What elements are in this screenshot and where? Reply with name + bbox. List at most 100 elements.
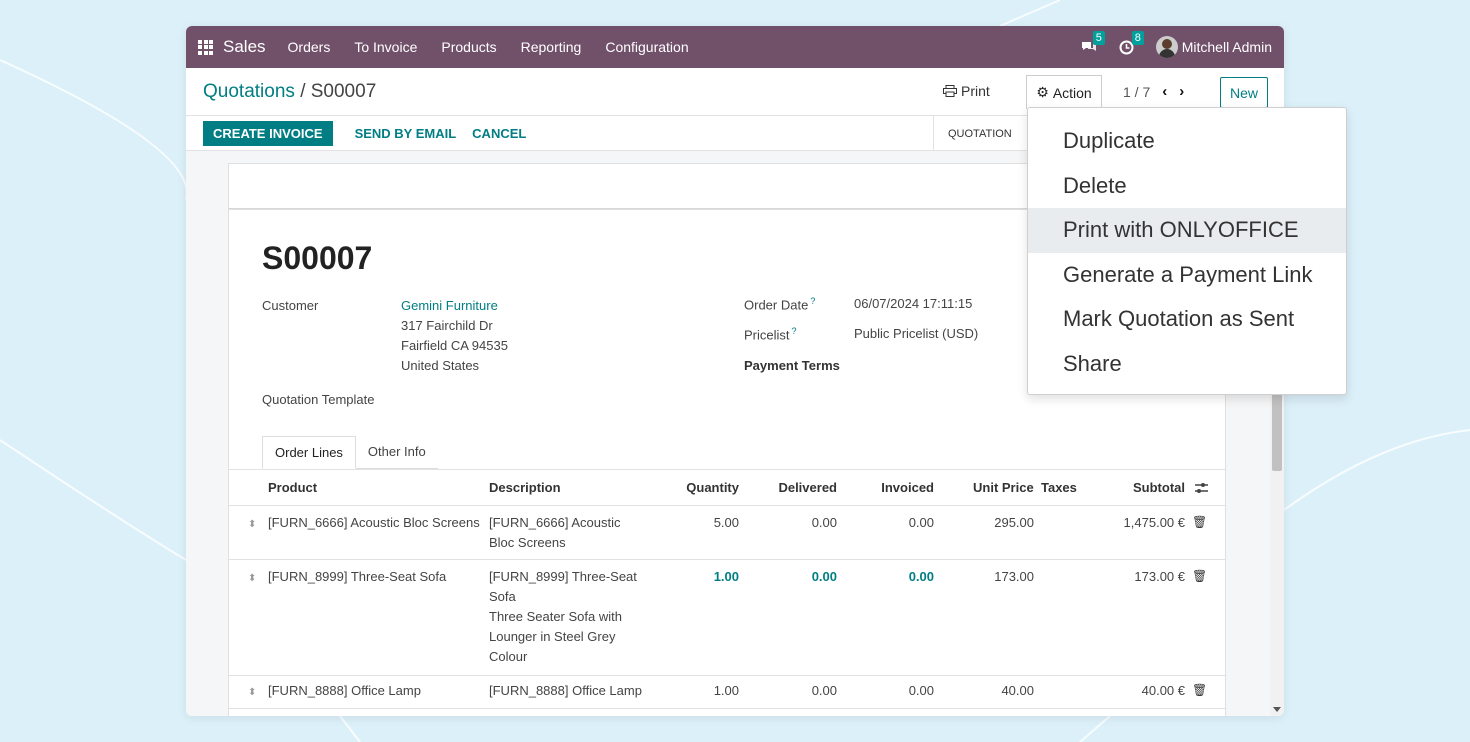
row-product[interactable]: [FURN_8999] Three-Seat Sofa <box>268 567 446 587</box>
row-description-line[interactable]: [FURN_8888] Office Lamp <box>489 681 642 701</box>
row-invoiced[interactable]: 0.00 <box>854 513 934 533</box>
row-description-line[interactable]: Colour <box>489 647 527 667</box>
trash-icon[interactable]: 🗑 <box>1192 569 1207 583</box>
row-subtotal: 1,475.00 € <box>1123 515 1185 530</box>
row-invoiced[interactable]: 0.00 <box>854 681 934 701</box>
row-description-line[interactable]: Lounger in Steel Grey <box>489 627 615 647</box>
row-description-line[interactable]: Three Seater Sofa with <box>489 607 622 627</box>
pager-value[interactable]: 1 / 7 <box>1123 84 1150 100</box>
breadcrumb-quotations[interactable]: Quotations <box>203 81 295 102</box>
new-button[interactable]: New <box>1220 77 1268 108</box>
col-description[interactable]: Description <box>489 480 561 495</box>
breadcrumb-separator: / <box>300 80 306 102</box>
action-dropdown-menu: Duplicate Delete Print with ONLYOFFICE G… <box>1027 107 1347 395</box>
trash-icon[interactable]: 🗑 <box>1192 683 1207 697</box>
trash-icon[interactable]: 🗑 <box>1192 515 1207 529</box>
action-label: Action <box>1052 84 1092 101</box>
row-invoiced[interactable]: 0.00 <box>854 567 934 587</box>
row-description-line[interactable]: Bloc Screens <box>489 533 566 553</box>
row-description-line[interactable]: [FURN_6666] Acoustic <box>489 513 621 533</box>
create-invoice-button[interactable]: CREATE INVOICE <box>203 120 333 146</box>
row-divider <box>229 675 1225 676</box>
header-divider <box>229 505 1225 506</box>
action-button[interactable]: ⚙ Action <box>1026 75 1102 109</box>
print-label: Print <box>961 83 990 99</box>
breadcrumb: Quotations / S00007 <box>203 81 376 103</box>
drag-handle-icon[interactable]: ⬍ <box>248 687 256 698</box>
pricelist-value[interactable]: Public Pricelist (USD) <box>854 324 978 344</box>
top-navbar: Sales Orders To Invoice Products Reporti… <box>186 26 1284 68</box>
row-quantity[interactable]: 1.00 <box>669 681 739 701</box>
row-description-line[interactable]: [FURN_8999] Three-Seat <box>489 567 637 587</box>
drag-handle-icon[interactable]: ⬍ <box>248 573 256 584</box>
notebook-tabs: Order Lines Other Info <box>262 436 438 469</box>
row-unit-price[interactable]: 295.00 <box>964 513 1034 533</box>
print-button[interactable]: Print <box>943 83 990 99</box>
menu-to-invoice[interactable]: To Invoice <box>354 39 417 55</box>
col-unit-price[interactable]: Unit Price <box>973 480 1034 495</box>
row-unit-price[interactable]: 173.00 <box>964 567 1034 587</box>
user-name[interactable]: Mitchell Admin <box>1182 39 1272 55</box>
col-product[interactable]: Product <box>268 480 317 495</box>
menu-configuration[interactable]: Configuration <box>605 39 688 55</box>
col-quantity[interactable]: Quantity <box>669 480 739 495</box>
chevron-right-icon[interactable]: › <box>1179 83 1184 100</box>
row-subtotal: 173.00 € <box>1134 569 1185 584</box>
row-unit-price[interactable]: 40.00 <box>964 681 1034 701</box>
row-delivered[interactable]: 0.00 <box>757 681 837 701</box>
col-invoiced[interactable]: Invoiced <box>854 480 934 495</box>
drag-handle-icon[interactable]: ⬍ <box>248 519 256 530</box>
tab-other-info[interactable]: Other Info <box>355 436 438 469</box>
chevron-left-icon[interactable]: ‹ <box>1162 83 1167 100</box>
menu-item-print-onlyoffice[interactable]: Print with ONLYOFFICE <box>1028 208 1346 253</box>
col-subtotal[interactable]: Subtotal <box>1093 480 1185 495</box>
scroll-down-arrow-icon[interactable] <box>1273 707 1281 712</box>
tab-order-lines[interactable]: Order Lines <box>262 436 356 469</box>
row-subtotal: 40.00 € <box>1141 683 1185 698</box>
row-delivered[interactable]: 0.00 <box>757 567 837 587</box>
menu-item-duplicate[interactable]: Duplicate <box>1028 119 1346 164</box>
customer-label: Customer <box>262 298 319 313</box>
help-icon[interactable]: ? <box>792 326 797 336</box>
row-divider <box>229 559 1225 560</box>
row-delivered[interactable]: 0.00 <box>757 513 837 533</box>
pricelist-label: Pricelist? <box>744 326 797 343</box>
menu-orders[interactable]: Orders <box>288 39 331 55</box>
menu-item-share[interactable]: Share <box>1028 342 1346 387</box>
customer-address-line1: 317 Fairchild Dr <box>401 318 493 333</box>
payment-terms-label: Payment Terms <box>744 358 840 373</box>
customer-address-line3: United States <box>401 358 480 373</box>
row-product[interactable]: [FURN_6666] Acoustic Bloc Screens <box>268 513 480 533</box>
breadcrumb-current: S00007 <box>310 80 377 102</box>
gear-icon: ⚙ <box>1036 84 1049 100</box>
send-by-email-button[interactable]: SEND BY EMAIL <box>347 121 465 146</box>
col-taxes[interactable]: Taxes <box>1041 480 1077 495</box>
row-product[interactable]: [FURN_8888] Office Lamp <box>268 681 421 701</box>
activities-clock-icon[interactable]: 8 <box>1119 30 1144 55</box>
cancel-button[interactable]: CANCEL <box>464 121 534 146</box>
order-date-label: Order Date? <box>744 296 816 313</box>
order-date-value[interactable]: 06/07/2024 17:11:15 <box>854 294 972 314</box>
messages-badge: 5 <box>1092 30 1105 45</box>
row-divider <box>229 708 1225 709</box>
user-avatar[interactable] <box>1155 36 1178 58</box>
stage-quotation[interactable]: QUOTATION <box>933 116 1026 151</box>
menu-reporting[interactable]: Reporting <box>521 39 582 55</box>
row-quantity[interactable]: 5.00 <box>669 513 739 533</box>
optional-columns-icon[interactable] <box>1194 482 1209 495</box>
row-description-line[interactable]: Sofa <box>489 587 516 607</box>
activities-badge: 8 <box>1131 30 1144 45</box>
col-delivered[interactable]: Delivered <box>757 480 837 495</box>
menu-item-mark-sent[interactable]: Mark Quotation as Sent <box>1028 297 1346 342</box>
customer-link[interactable]: Gemini Furniture <box>401 296 498 316</box>
apps-grid-icon[interactable] <box>198 39 213 55</box>
help-icon[interactable]: ? <box>810 296 815 306</box>
app-name[interactable]: Sales <box>223 37 266 57</box>
menu-item-delete[interactable]: Delete <box>1028 164 1346 209</box>
row-quantity[interactable]: 1.00 <box>669 567 739 587</box>
table-top-border <box>229 469 1225 470</box>
messages-icon[interactable]: 5 <box>1080 30 1105 55</box>
menu-item-payment-link[interactable]: Generate a Payment Link <box>1028 253 1346 298</box>
menu-products[interactable]: Products <box>441 39 496 55</box>
customer-address-line2: Fairfield CA 94535 <box>401 338 508 353</box>
